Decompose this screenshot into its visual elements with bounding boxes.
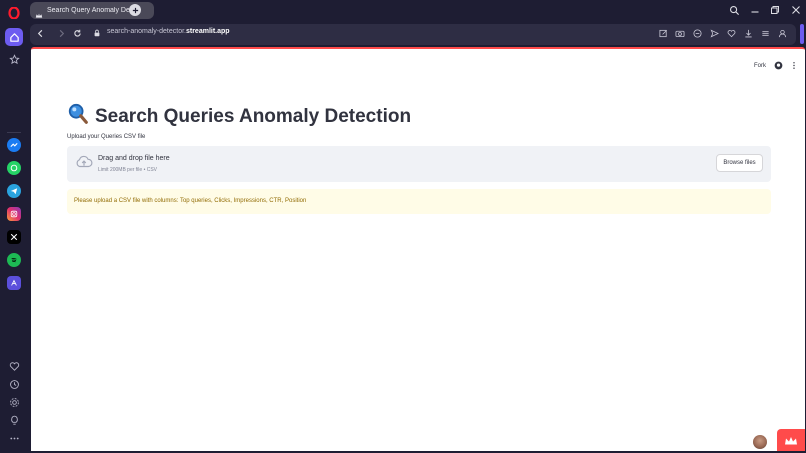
uploader-label: Upload your Queries CSV file	[67, 134, 146, 140]
history-icon[interactable]	[5, 375, 23, 393]
instagram-icon[interactable]	[7, 207, 21, 221]
search-tabs-icon[interactable]	[727, 3, 741, 17]
address-bar: search-anomaly-detector.streamlit.app	[28, 22, 806, 46]
back-icon[interactable]	[34, 27, 46, 39]
streamlit-header: Fork	[754, 57, 797, 75]
star-icon[interactable]	[5, 50, 23, 68]
url-text[interactable]: search-anomaly-detector.streamlit.app	[107, 28, 230, 35]
send-icon[interactable]	[708, 27, 720, 39]
magnifier-icon	[67, 103, 89, 130]
home-icon[interactable]	[5, 28, 23, 46]
bookmark-heart-icon[interactable]	[725, 27, 737, 39]
x-icon[interactable]	[7, 230, 21, 244]
warning-text: Please upload a CSV file with columns: T…	[74, 198, 307, 204]
tab-strip: Search Query Anomaly Dete	[28, 0, 806, 22]
fork-button[interactable]: Fork	[754, 63, 766, 69]
github-icon[interactable]	[774, 57, 783, 75]
adblock-icon[interactable]	[691, 27, 703, 39]
close-window-icon[interactable]	[789, 3, 803, 17]
sidebar-panel-handle[interactable]	[800, 24, 804, 44]
browser-sidebar	[0, 0, 28, 453]
whatsapp-icon[interactable]	[7, 161, 21, 175]
download-icon[interactable]	[742, 27, 754, 39]
file-dropzone[interactable]: Drag and drop file here Limit 200MB per …	[67, 146, 771, 182]
main-menu-icon[interactable]	[791, 57, 797, 75]
url-prefix: search-anomaly-detector.	[107, 28, 186, 35]
dropzone-limit: Limit 200MB per file • CSV	[98, 167, 157, 173]
messenger-icon[interactable]	[7, 138, 21, 152]
streamlit-crown-button[interactable]	[777, 429, 805, 451]
bulb-icon[interactable]	[5, 411, 23, 429]
aria-icon[interactable]	[7, 276, 21, 290]
settings-icon[interactable]	[5, 393, 23, 411]
spotify-icon[interactable]	[7, 253, 21, 267]
dropzone-instructions: Drag and drop file here	[98, 155, 170, 162]
browser-window: Search Query Anomaly Dete search-anomaly…	[0, 0, 806, 453]
new-tab-button[interactable]	[129, 4, 141, 16]
forward-icon[interactable]	[55, 27, 67, 39]
sidebar-divider	[7, 132, 21, 133]
heart-icon[interactable]	[5, 357, 23, 375]
page-title-row: Search Queries Anomaly Detection	[67, 103, 411, 130]
lock-icon[interactable]	[91, 27, 103, 39]
reload-icon[interactable]	[71, 27, 83, 39]
camera-icon[interactable]	[674, 27, 686, 39]
opera-logo-icon[interactable]	[5, 4, 23, 22]
more-icon[interactable]	[5, 429, 23, 447]
streamlit-crown-icon	[35, 7, 43, 18]
easy-setup-icon[interactable]	[759, 27, 771, 39]
web-page: Fork Search Queries Anomaly Detection Up…	[31, 47, 805, 451]
url-domain: streamlit.app	[185, 28, 230, 35]
profile-icon[interactable]	[776, 27, 788, 39]
minimize-icon[interactable]	[748, 3, 762, 17]
browse-files-button[interactable]: Browse files	[716, 154, 763, 172]
telegram-icon[interactable]	[7, 184, 21, 198]
warning-alert: Please upload a CSV file with columns: T…	[67, 189, 771, 214]
restore-icon[interactable]	[768, 3, 782, 17]
page-title: Search Queries Anomaly Detection	[95, 105, 412, 127]
avatar[interactable]	[753, 435, 767, 449]
cloud-upload-icon	[75, 155, 93, 174]
snapshot-edit-icon[interactable]	[657, 27, 669, 39]
